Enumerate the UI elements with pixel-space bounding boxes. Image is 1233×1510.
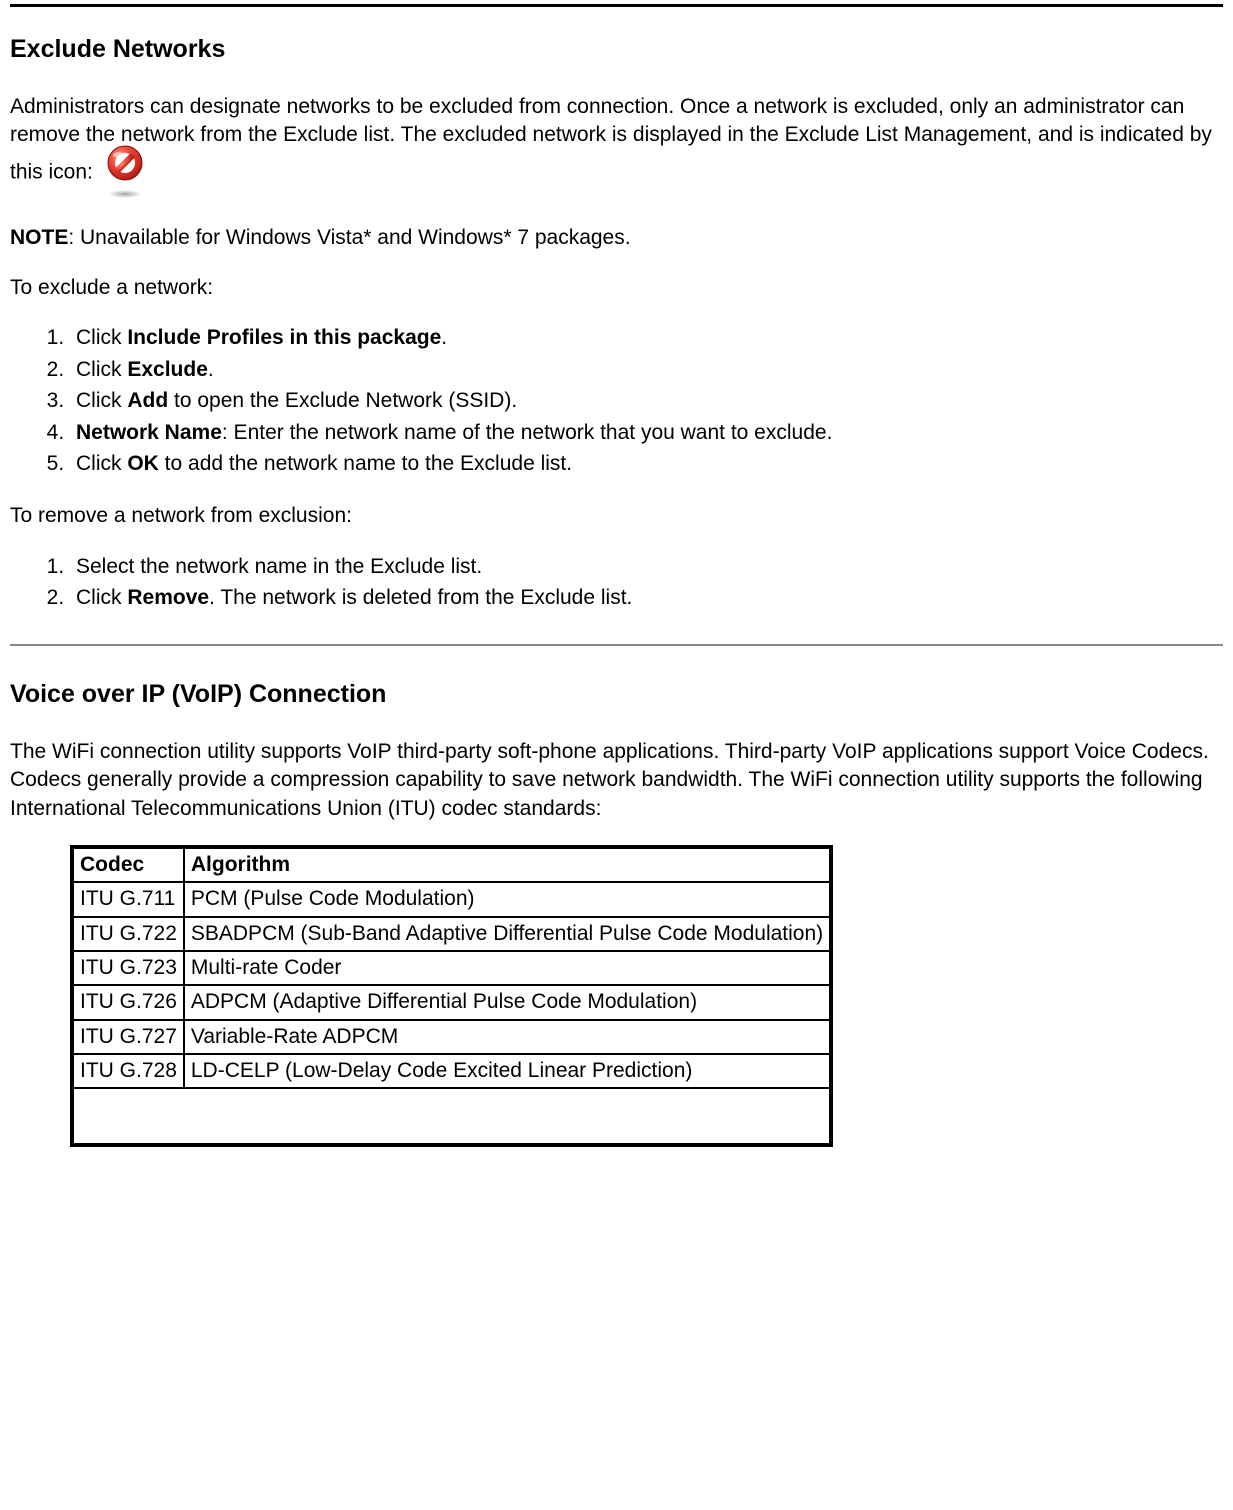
top-divider bbox=[10, 4, 1223, 7]
table-row-empty bbox=[72, 1088, 831, 1145]
note-text: : Unavailable for Windows Vista* and Win… bbox=[68, 226, 630, 249]
list-item: Select the network name in the Exclude l… bbox=[70, 553, 1223, 581]
to-remove-intro: To remove a network from exclusion: bbox=[10, 502, 1223, 530]
list-item: Click Exclude. bbox=[70, 356, 1223, 384]
list-item: Click Add to open the Exclude Network (S… bbox=[70, 387, 1223, 415]
table-row: ITU G.726 ADPCM (Adaptive Differential P… bbox=[72, 985, 831, 1019]
exclude-networks-heading: Exclude Networks bbox=[10, 33, 1223, 67]
exclude-steps-list: Click Include Profiles in this package. … bbox=[10, 324, 1223, 478]
codec-header: Codec bbox=[72, 847, 184, 882]
list-item: Click OK to add the network name to the … bbox=[70, 450, 1223, 478]
table-row: ITU G.728 LD-CELP (Low-Delay Code Excite… bbox=[72, 1054, 831, 1088]
note-paragraph: NOTE: Unavailable for Windows Vista* and… bbox=[10, 224, 1223, 252]
exclude-icon bbox=[105, 143, 145, 191]
list-item: Click Include Profiles in this package. bbox=[70, 324, 1223, 352]
note-label: NOTE bbox=[10, 226, 68, 249]
list-item: Network Name: Enter the network name of … bbox=[70, 419, 1223, 447]
table-row: ITU G.723 Multi-rate Coder bbox=[72, 951, 831, 985]
table-row: ITU G.722 SBADPCM (Sub-Band Adaptive Dif… bbox=[72, 917, 831, 951]
voip-heading: Voice over IP (VoIP) Connection bbox=[10, 678, 1223, 712]
section-divider bbox=[10, 644, 1223, 646]
remove-steps-list: Select the network name in the Exclude l… bbox=[10, 553, 1223, 613]
exclude-intro-text: Administrators can designate networks to… bbox=[10, 95, 1212, 184]
table-header-row: Codec Algorithm bbox=[72, 847, 831, 882]
list-item: Click Remove. The network is deleted fro… bbox=[70, 584, 1223, 612]
table-row: ITU G.711 PCM (Pulse Code Modulation) bbox=[72, 882, 831, 916]
to-exclude-intro: To exclude a network: bbox=[10, 274, 1223, 302]
voip-intro: The WiFi connection utility supports VoI… bbox=[10, 738, 1223, 823]
algorithm-header: Algorithm bbox=[184, 847, 831, 882]
table-row: ITU G.727 Variable-Rate ADPCM bbox=[72, 1020, 831, 1054]
exclude-intro-paragraph: Administrators can designate networks to… bbox=[10, 93, 1223, 198]
codec-table: Codec Algorithm ITU G.711 PCM (Pulse Cod… bbox=[70, 845, 833, 1147]
